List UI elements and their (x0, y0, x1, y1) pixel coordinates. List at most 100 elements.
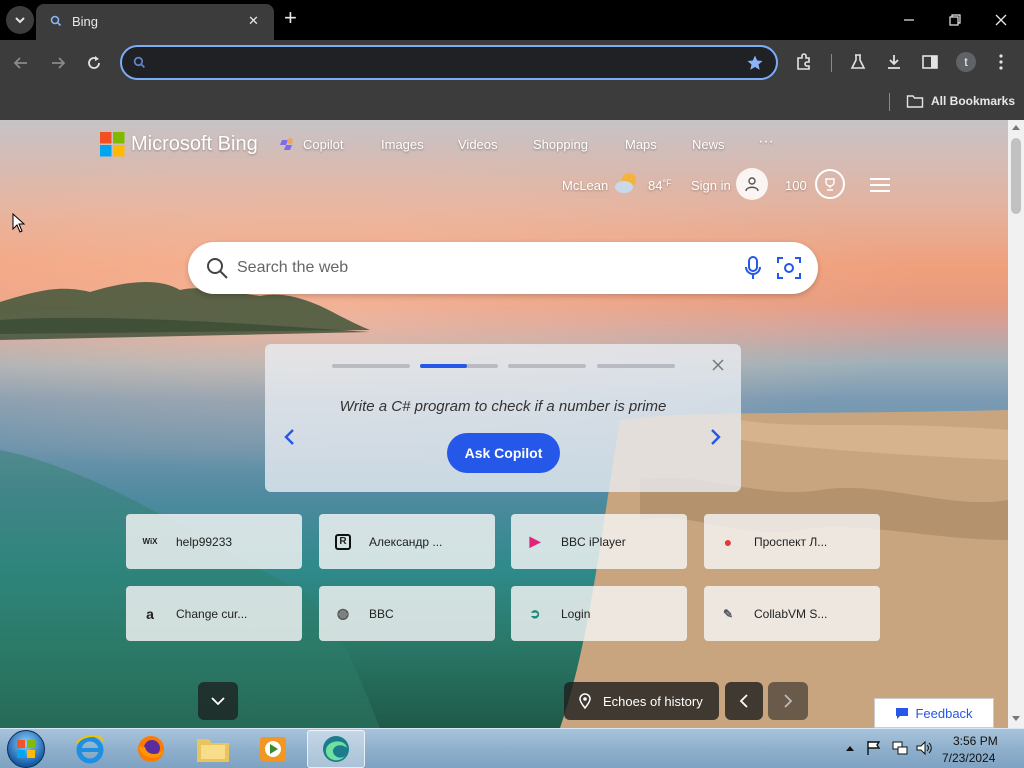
profile-avatar[interactable]: t (956, 52, 976, 72)
tile-label: CollabVM S... (754, 606, 828, 621)
amazon-icon: a (146, 605, 154, 622)
nav-more-button[interactable]: ··· (758, 133, 774, 151)
reload-icon[interactable] (86, 55, 102, 71)
scrollbar-thumb[interactable] (1011, 138, 1021, 214)
carousel-indicator-4[interactable] (597, 364, 675, 368)
microphone-icon[interactable] (743, 255, 763, 281)
clock-time[interactable]: 3:56 PM (953, 734, 998, 748)
tile-label: help99233 (176, 534, 233, 549)
page-scrollbar[interactable] (1008, 120, 1024, 728)
search-input[interactable]: Search the web (237, 259, 348, 277)
scroll-up-arrow-icon[interactable] (1012, 124, 1020, 130)
quick-link-tile[interactable]: ▶ BBC iPlayer (511, 514, 687, 569)
quick-link-tile[interactable]: ➲ Login (511, 586, 687, 641)
hamburger-menu-icon[interactable] (869, 177, 891, 193)
edge-browser-icon (323, 736, 349, 762)
chevron-left-icon[interactable] (283, 428, 295, 446)
nav-maps[interactable]: Maps (625, 137, 657, 152)
sign-in-link[interactable]: Sign in (691, 178, 731, 193)
forward-arrow-icon[interactable] (50, 55, 66, 71)
feedback-button[interactable]: Feedback (874, 698, 994, 728)
internet-explorer-icon[interactable] (74, 733, 106, 765)
bing-search-box[interactable]: Search the web (188, 242, 818, 294)
previous-image-button[interactable] (725, 682, 763, 720)
browser-tab[interactable]: Bing ✕ (36, 4, 274, 40)
chevron-right-icon[interactable] (710, 428, 722, 446)
quick-link-tile[interactable]: ◍ BBC (319, 586, 495, 641)
ask-copilot-button[interactable]: Ask Copilot (447, 433, 560, 473)
close-icon[interactable] (712, 359, 724, 371)
close-window-icon[interactable] (994, 13, 1008, 27)
carousel-indicator-2[interactable] (420, 364, 498, 368)
tab-close-icon[interactable]: ✕ (248, 13, 259, 29)
map-pin-icon: ● (723, 533, 733, 550)
file-explorer-icon[interactable] (196, 735, 230, 763)
bing-top-nav: Copilot Images Videos Shopping Maps News… (0, 133, 800, 157)
quick-link-tile[interactable]: ● Проспект Л... (704, 514, 880, 569)
quick-link-tile[interactable]: a Change cur... (126, 586, 302, 641)
weather-temp[interactable]: 84°F (648, 178, 672, 193)
temperature-unit: °F (662, 178, 672, 188)
download-icon[interactable] (885, 53, 903, 71)
image-info-button[interactable]: Echoes of history (564, 682, 719, 720)
restore-icon[interactable] (948, 13, 962, 27)
minimize-icon[interactable] (902, 14, 916, 26)
bookmark-star-icon[interactable] (746, 54, 764, 72)
start-button[interactable] (7, 730, 45, 768)
new-tab-button[interactable]: + (284, 5, 297, 31)
toolbar-divider (831, 54, 832, 72)
kebab-menu-icon[interactable] (997, 53, 1005, 71)
nav-shopping[interactable]: Shopping (533, 137, 588, 152)
bookmarks-bar: All Bookmarks (0, 86, 1024, 120)
active-browser-taskbar-button[interactable] (307, 730, 365, 768)
firefox-icon[interactable] (135, 733, 167, 765)
flask-labs-icon[interactable] (849, 53, 867, 71)
visual-search-icon[interactable] (776, 256, 802, 280)
copilot-suggestion-card: Write a C# program to check if a number … (265, 344, 741, 492)
nav-news[interactable]: News (692, 137, 725, 152)
action-center-flag-icon[interactable] (866, 740, 882, 756)
login-logo-icon: ➲ (529, 605, 541, 621)
quick-link-tile[interactable]: ✎ CollabVM S... (704, 586, 880, 641)
scroll-down-arrow-icon[interactable] (1012, 716, 1020, 722)
puzzle-extensions-icon[interactable] (795, 53, 813, 71)
wix-icon: WiX (142, 537, 158, 546)
quick-link-tile[interactable]: WiX help99233 (126, 514, 302, 569)
weather-location[interactable]: McLean (562, 178, 608, 193)
show-hidden-icons-icon[interactable] (846, 745, 854, 751)
all-bookmarks-link[interactable]: All Bookmarks (931, 94, 1015, 108)
rewards-trophy-icon[interactable] (815, 169, 845, 199)
globe-icon: ◍ (336, 605, 350, 621)
clock-date[interactable]: 7/23/2024 (942, 751, 995, 765)
nav-videos[interactable]: Videos (458, 137, 498, 152)
nav-images[interactable]: Images (381, 137, 424, 152)
collabvm-icon: ✎ (722, 606, 734, 621)
user-avatar-icon[interactable] (736, 168, 768, 200)
mouse-cursor-icon (12, 213, 26, 233)
tile-label: Проспект Л... (754, 534, 828, 549)
partly-cloudy-icon (615, 173, 636, 193)
image-title: Echoes of history (603, 693, 703, 709)
network-icon[interactable] (891, 740, 909, 756)
back-arrow-icon[interactable] (13, 55, 29, 71)
volume-icon[interactable] (915, 740, 933, 756)
side-panel-icon[interactable] (921, 53, 939, 71)
chevron-down-icon (15, 17, 25, 24)
nav-copilot[interactable]: Copilot (303, 137, 343, 152)
quick-link-tile[interactable]: R Александр ... (319, 514, 495, 569)
scroll-down-button[interactable] (198, 682, 238, 720)
temperature-value: 84 (648, 178, 663, 193)
address-bar[interactable] (120, 45, 778, 80)
carousel-indicator-3[interactable] (508, 364, 586, 368)
tab-search-button[interactable] (6, 6, 34, 34)
carousel-indicator-1[interactable] (332, 364, 410, 368)
rewards-points[interactable]: 100 (785, 178, 807, 193)
next-image-button[interactable] (768, 682, 808, 720)
media-player-icon[interactable] (257, 734, 289, 764)
feedback-label: Feedback (915, 705, 973, 721)
bing-homepage: Microsoft Bing Copilot Images Videos Sho… (0, 120, 1008, 728)
play-icon: ▶ (529, 533, 541, 549)
browser-titlebar: Bing ✕ + (0, 0, 1024, 40)
chat-bubble-icon (896, 707, 909, 719)
r-icon: R (335, 533, 351, 550)
